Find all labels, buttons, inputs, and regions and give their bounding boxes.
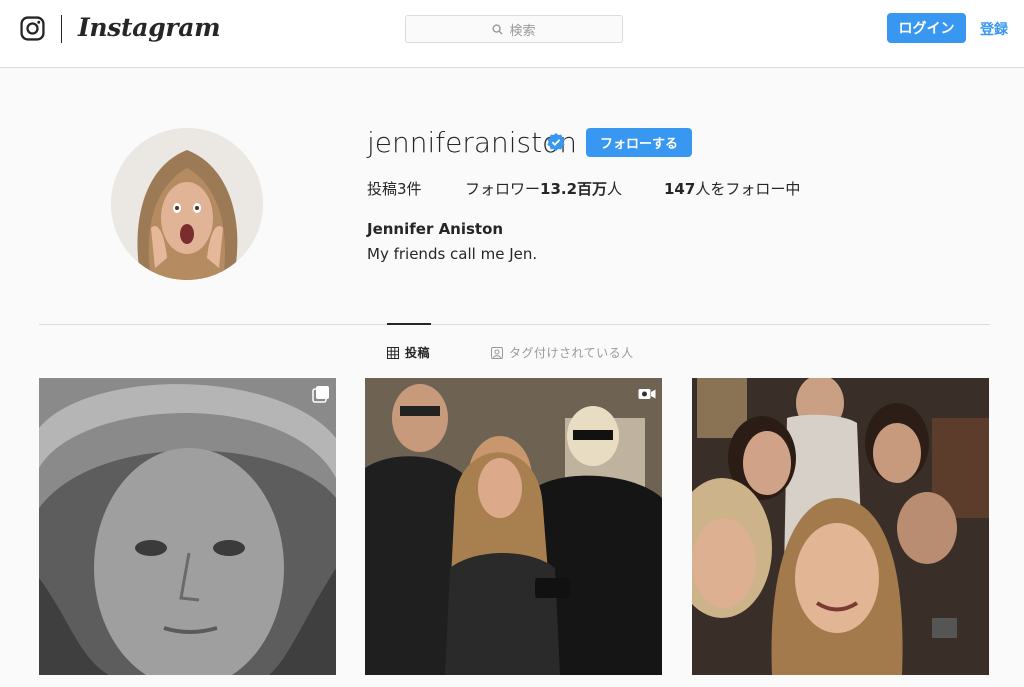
video-icon [638, 389, 656, 399]
tagged-person-icon [491, 346, 503, 359]
post-image-friends-selfie [692, 378, 989, 675]
post-thumbnail[interactable] [39, 378, 336, 675]
followers-count: 13.2百万 [540, 180, 608, 198]
search-input[interactable]: 検索 [405, 15, 623, 43]
posts-count: 投稿3件 [367, 180, 422, 198]
logo-divider [61, 15, 62, 43]
carousel-icon [312, 386, 329, 403]
verified-badge-icon [547, 133, 565, 151]
active-tab-indicator [387, 323, 431, 325]
profile-avatar[interactable] [111, 128, 263, 280]
section-divider [39, 324, 990, 325]
profile-username: jenniferaniston [367, 126, 577, 159]
followers-suffix: 人 [607, 180, 623, 198]
instagram-wordmark[interactable]: Instagram [78, 13, 221, 42]
profile-full-name: Jennifer Aniston [367, 220, 504, 238]
following-count: 147 [664, 180, 696, 198]
post-thumbnail[interactable] [365, 378, 662, 675]
followers-stat[interactable]: フォロワー13.2百万人 [465, 178, 622, 199]
followers-prefix: フォロワー [465, 180, 541, 198]
signup-link[interactable]: 登録 [980, 19, 1008, 39]
post-thumbnail[interactable] [692, 378, 989, 675]
following-stat[interactable]: 147人をフォロー中 [664, 178, 800, 199]
top-navigation-bar: Instagram 検索 ログイン 登録 [0, 0, 1024, 68]
tab-posts[interactable]: 投稿 [387, 344, 430, 361]
tab-tagged[interactable]: タグ付けされている人 [491, 344, 634, 361]
following-suffix: 人をフォロー中 [695, 180, 801, 198]
follow-button[interactable]: フォローする [586, 128, 692, 157]
instagram-logo-icon[interactable] [20, 16, 45, 41]
grid-icon [387, 346, 399, 359]
avatar-photo [111, 128, 263, 280]
post-image-child-portrait [39, 378, 336, 675]
tab-posts-label: 投稿 [405, 346, 431, 360]
search-icon [492, 23, 504, 35]
post-image-group-indoor [365, 378, 662, 675]
search-placeholder: 検索 [509, 23, 536, 39]
tab-tagged-label: タグ付けされている人 [509, 346, 634, 360]
profile-bio: My friends call me Jen. [367, 245, 538, 263]
login-button[interactable]: ログイン [887, 13, 966, 43]
